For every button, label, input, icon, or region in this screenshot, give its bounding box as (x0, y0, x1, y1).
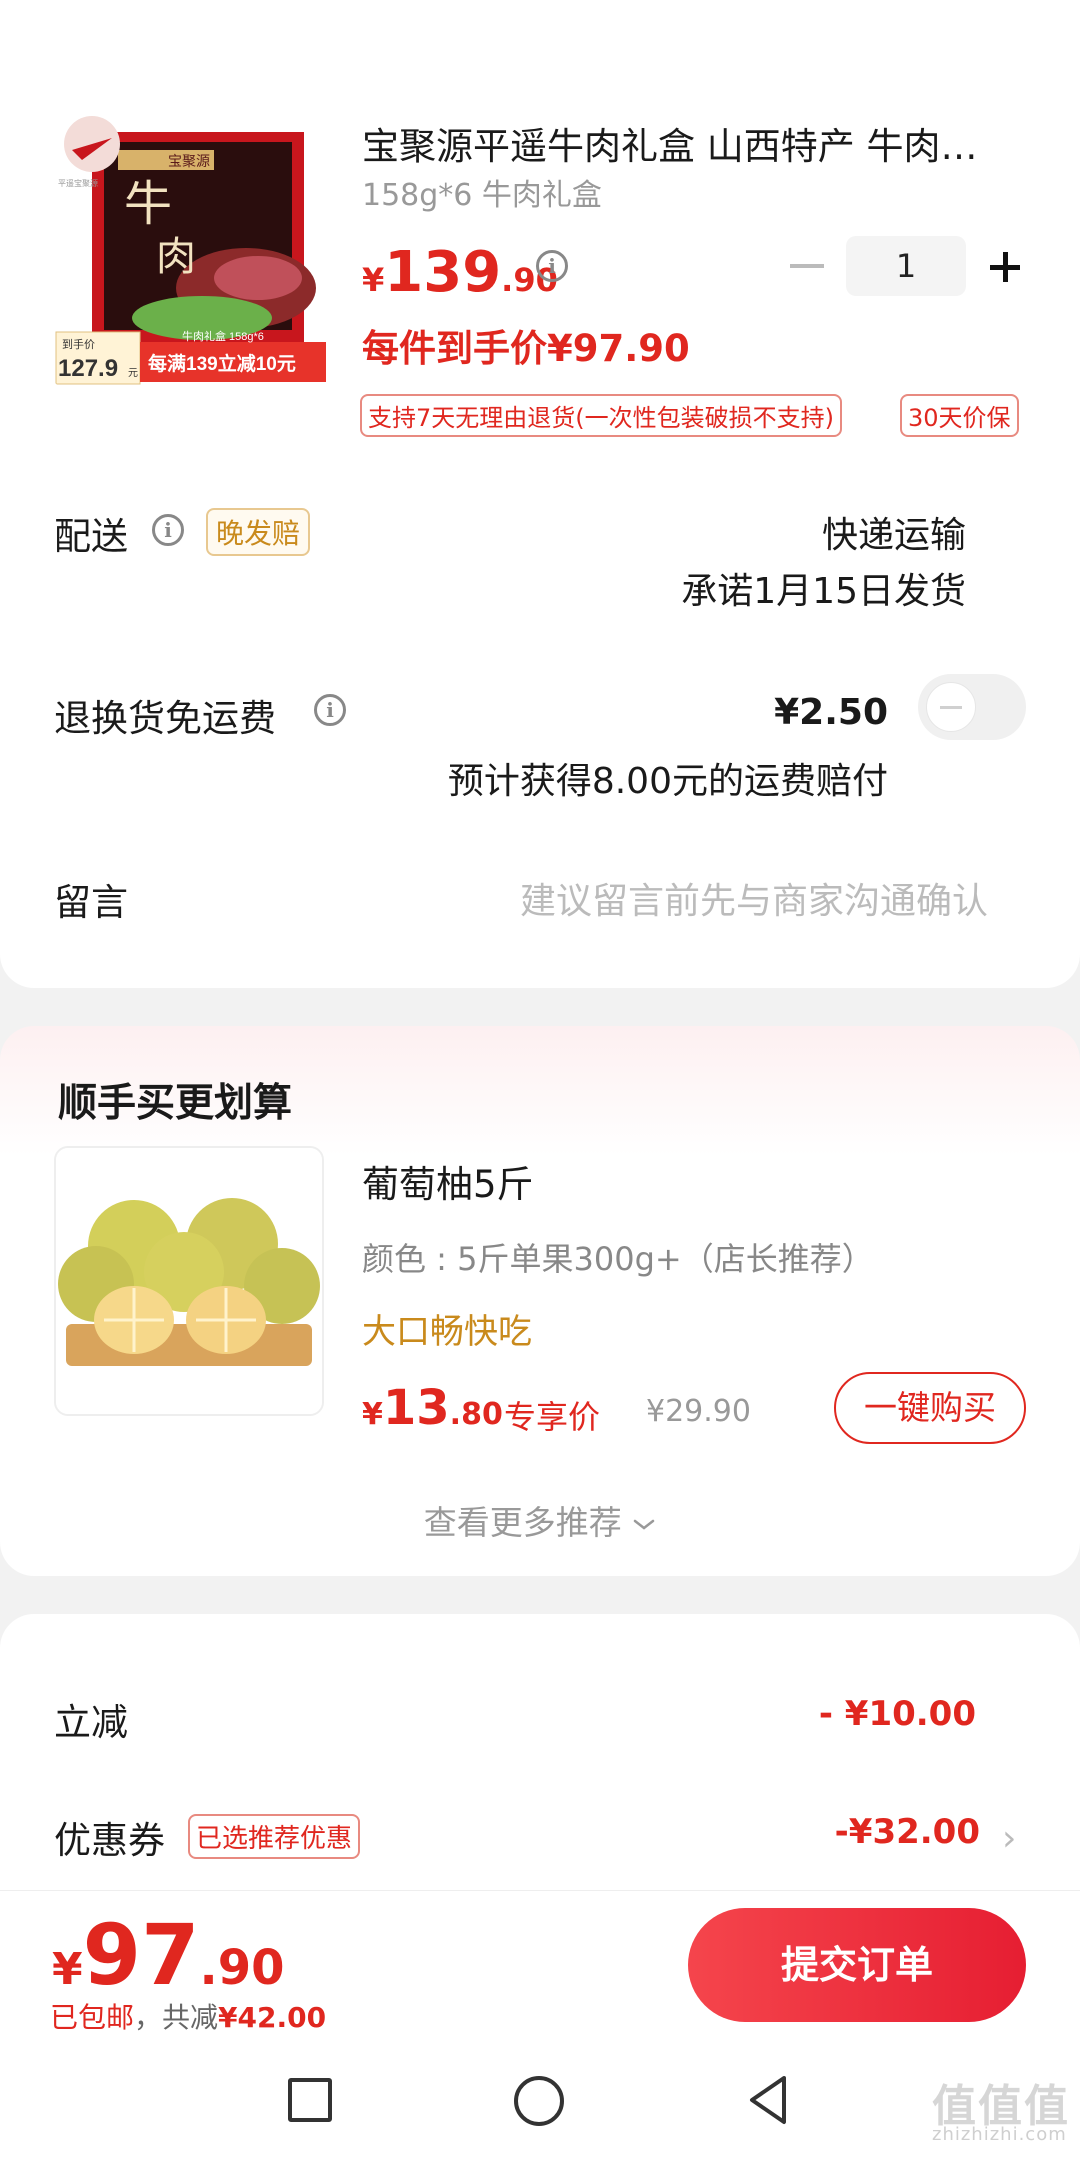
see-more-recommendations[interactable]: 查看更多推荐 (0, 1496, 1080, 1544)
return-shipping-info-icon[interactable]: i (314, 694, 346, 726)
late-ship-compensation-tag: 晚发赔 (206, 508, 311, 556)
plus-icon (1003, 252, 1008, 282)
message-input[interactable]: 建议留言前先与商家沟通确认 (520, 872, 988, 924)
coupon-label[interactable]: 优惠券 (54, 1810, 165, 1864)
total-price: ¥97.90 (52, 1906, 285, 2004)
product-title[interactable]: 宝聚源平遥牛肉礼盒 山西特产 牛肉… (362, 116, 1022, 170)
saved-amount: ¥42.00 (218, 2001, 327, 2034)
price-currency: ¥ (362, 261, 385, 299)
recommended-product-price: ¥13.80 (362, 1380, 503, 1436)
delivery-info-icon[interactable]: i (152, 514, 184, 546)
exclusive-price-label: 专享价 (504, 1398, 601, 1436)
return-shipping-note: 预计获得8.00元的运费赔付 (447, 761, 888, 802)
original-price: ¥29.90 (646, 1394, 751, 1429)
rec-price-currency: ¥ (362, 1397, 383, 1432)
back-icon[interactable] (744, 2072, 792, 2128)
recommended-product-image[interactable] (54, 1146, 324, 1416)
free-shipping-text: 已包邮 (50, 2001, 135, 2034)
recommended-product-name[interactable]: 葡萄柚5斤 (362, 1154, 534, 1208)
watermark-url: zhizhizhi.com (932, 2124, 1067, 2145)
coupon-selected-tag: 已选推荐优惠 (188, 1814, 361, 1859)
price-integer: 139 (384, 240, 502, 305)
instant-discount-value: - ¥10.00 (818, 1694, 976, 1734)
total-currency: ¥ (52, 1944, 83, 1995)
recommended-product-color[interactable]: 颜色 : 5斤单果300g+（店长推荐） (362, 1234, 874, 1280)
recent-apps-icon[interactable] (288, 2078, 332, 2122)
total-integer: 97 (82, 1906, 200, 2004)
return-shipping-label: 退换货免运费 (54, 697, 276, 740)
price-info-icon[interactable]: i (536, 250, 568, 282)
product-spec[interactable]: 158g*6 牛肉礼盒 (362, 170, 602, 214)
saved-prefix: 共减 (162, 2001, 219, 2034)
delivery-promise: 承诺1月15日发货 (681, 571, 966, 612)
one-click-buy-button[interactable]: 一键购买 (834, 1372, 1026, 1444)
price-protection-tag: 30天价保 (900, 394, 1019, 437)
product-image-box-label: 牛肉礼盒 158g*6 (182, 329, 264, 343)
unit-price-after-discount: 每件到手价¥97.90 (362, 327, 690, 370)
delivery-method[interactable]: 快递运输 (822, 506, 966, 558)
recommendation-heading: 顺手买更划算 (58, 1081, 293, 1126)
coupon-value[interactable]: -¥32.00 (835, 1812, 980, 1852)
submit-order-button[interactable]: 提交订单 (688, 1908, 1026, 2022)
rec-price-integer: 13 (382, 1380, 450, 1436)
product-image-badge-price: 127.9 (58, 355, 118, 382)
recommended-product-slogan: 大口畅快吃 (362, 1312, 532, 1352)
product-price: ¥139.90 (362, 240, 558, 305)
instant-discount-label: 立减 (54, 1701, 128, 1744)
return-policy-tag: 支持7天无理由退货(一次性包装破损不支持) (360, 394, 842, 437)
see-more-label: 查看更多推荐 (423, 1503, 622, 1542)
product-image-promo: 每满139立减10元 (148, 352, 296, 375)
return-shipping-price: ¥2.50 (774, 692, 888, 733)
total-decimal: .90 (199, 1940, 285, 1996)
rec-price-decimal: .80 (449, 1397, 503, 1432)
quantity-input[interactable]: 1 (846, 236, 966, 296)
product-image-char2: 肉 (156, 234, 196, 280)
product-image-badge-unit: 元 (128, 368, 138, 379)
product-image-logo-text: 平遥宝聚源 (58, 178, 98, 188)
product-image-char1: 牛 (124, 176, 172, 232)
chevron-right-icon[interactable]: › (1002, 1818, 1016, 1859)
shipping-and-savings: 已包邮，共减¥42.00 (50, 1996, 326, 2036)
product-image-badge-label: 到手价 (62, 337, 95, 351)
separator: ， (134, 2001, 163, 2034)
message-label: 留言 (54, 881, 128, 924)
toggle-knob (926, 682, 976, 732)
quantity-decrease-button[interactable] (790, 264, 824, 268)
delivery-label: 配送 (54, 515, 128, 558)
discounts-card (0, 1614, 1080, 1914)
home-icon[interactable] (514, 2076, 564, 2126)
chevron-down-icon (634, 1519, 655, 1530)
product-image[interactable]: 宝聚源 平遥宝聚源 牛 肉 牛肉礼盒 158g*6 到手价 127.9 元 每满… (52, 110, 330, 388)
product-image-brand: 宝聚源 (168, 154, 210, 170)
